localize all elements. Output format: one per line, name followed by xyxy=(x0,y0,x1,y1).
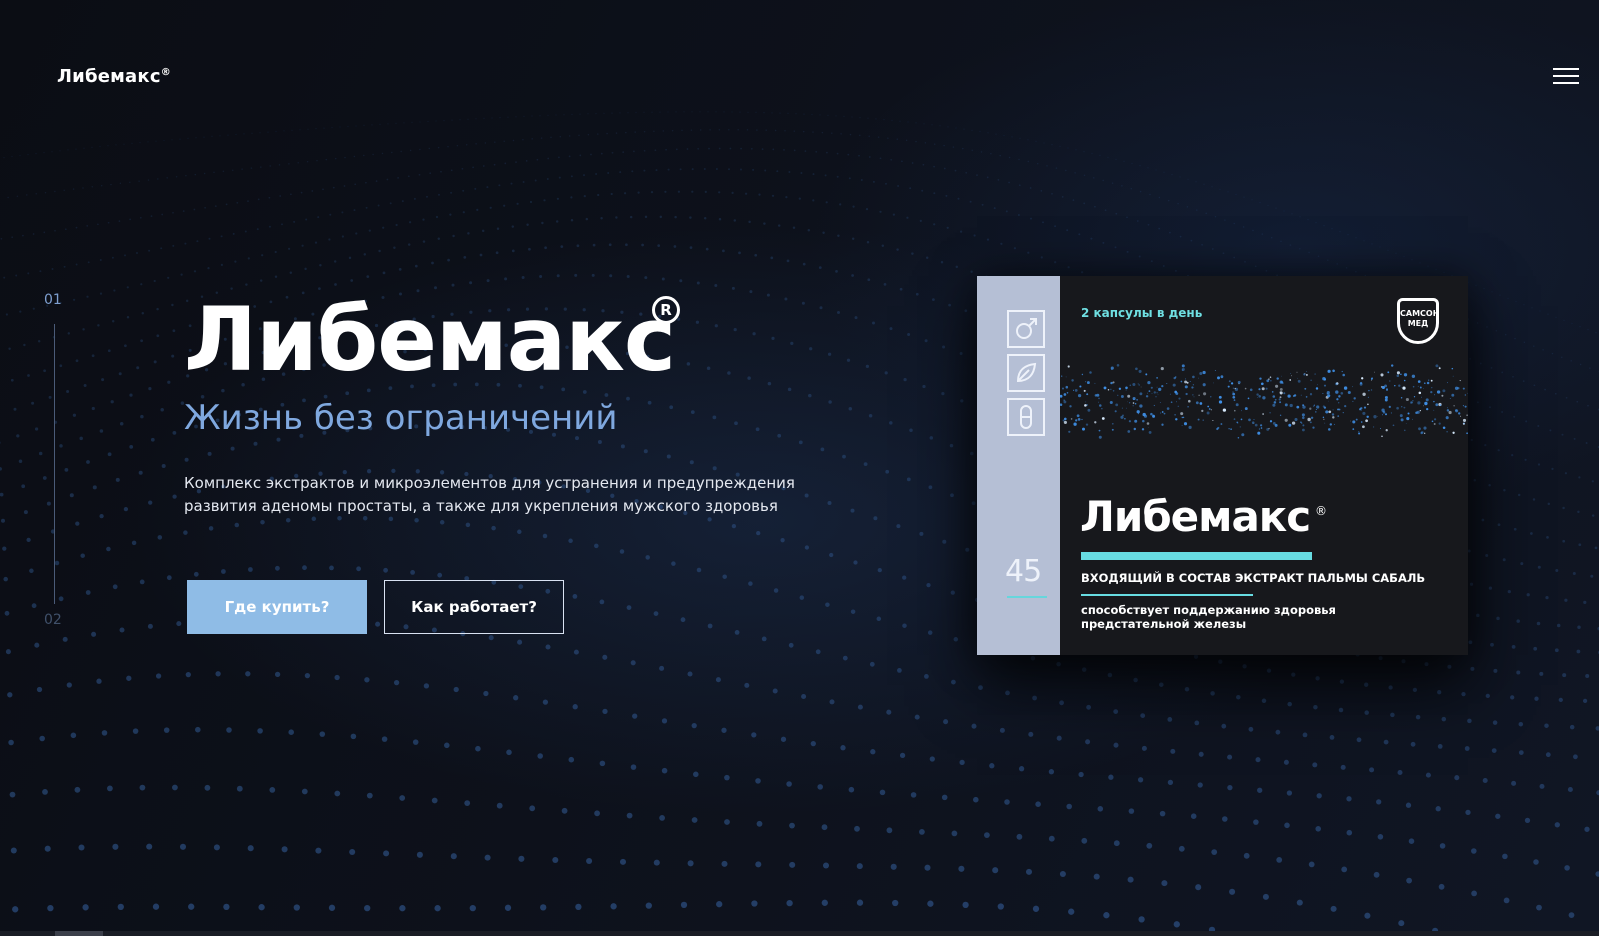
pager-line xyxy=(54,324,55,604)
ingredient-label: ВХОДЯЩИЙ В СОСТАВ ЭКСТРАКТ ПАЛЬМЫ САБАЛЬ xyxy=(1081,571,1425,585)
pager-next[interactable]: 02 xyxy=(44,612,62,628)
capsule-icon xyxy=(1007,398,1045,436)
brand-badge: САМСОН МЕД xyxy=(1397,298,1439,344)
hero-description: Комплекс экстрактов и микроэлементов для… xyxy=(184,472,844,518)
package-reg-mark: ® xyxy=(1315,504,1327,518)
count-underline xyxy=(1007,596,1047,598)
package-side: 45 xyxy=(977,276,1060,655)
menu-button[interactable] xyxy=(1553,68,1579,90)
logo-text: Либемакс xyxy=(57,66,161,87)
hamburger-icon xyxy=(1553,68,1579,70)
package-product-name: Либемакс xyxy=(1080,496,1310,538)
slide-pager: 01 02 xyxy=(44,292,74,632)
package-divider xyxy=(1081,594,1253,596)
hamburger-icon-line xyxy=(1553,75,1579,77)
where-to-buy-button[interactable]: Где купить? xyxy=(187,580,367,634)
hero-title: Либемакс xyxy=(184,296,675,384)
hamburger-icon-line xyxy=(1553,82,1579,84)
registered-mark: R xyxy=(652,296,680,324)
product-package: 45 2 капсулы в день САМСОН МЕД Либемакс … xyxy=(977,276,1468,655)
how-it-works-button[interactable]: Как работает? xyxy=(384,580,564,634)
package-particles xyxy=(1060,346,1468,476)
male-symbol-icon xyxy=(1007,310,1045,348)
package-front: 2 капсулы в день САМСОН МЕД Либемакс ® В… xyxy=(1060,276,1468,655)
leaf-icon xyxy=(1007,354,1045,392)
site-logo[interactable]: Либемакс® xyxy=(57,66,171,87)
hero-subtitle: Жизнь без ограничений xyxy=(184,398,617,438)
dosage-label: 2 капсулы в день xyxy=(1081,306,1202,320)
pager-current[interactable]: 01 xyxy=(44,292,62,308)
package-accent-bar xyxy=(1081,552,1312,560)
package-note: способствует поддержанию здоровья предст… xyxy=(1081,603,1381,631)
logo-reg: ® xyxy=(161,67,171,78)
scroll-thumb[interactable] xyxy=(55,931,103,936)
capsule-count: 45 xyxy=(1005,554,1041,589)
scroll-indicator xyxy=(0,931,1599,936)
